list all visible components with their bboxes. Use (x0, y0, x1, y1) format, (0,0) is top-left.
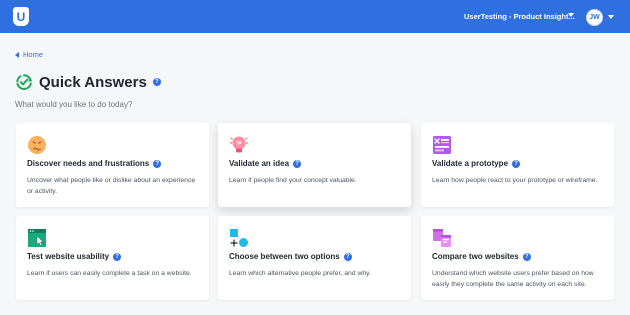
card-title: Test website usability? (27, 252, 122, 261)
caret-left-icon (15, 51, 19, 58)
card-description: Learn how people react to your prototype… (432, 177, 598, 184)
page-header: Quick Answers ? (15, 73, 161, 91)
card-test-website-usability[interactable]: Test website usability? Learn if users c… (16, 216, 209, 300)
two-websites-icon (433, 229, 451, 247)
browser-cursor-icon (28, 229, 46, 247)
card-title-text: Test website usability (27, 252, 110, 261)
card-choose-two-options[interactable]: Choose between two options? Learn which … (218, 216, 411, 300)
card-compare-two-websites[interactable]: Compare two websites? Understand which w… (421, 216, 614, 300)
card-title: Validate an idea? (229, 159, 302, 168)
card-title-text: Validate an idea (229, 159, 290, 168)
card-title-text: Compare two websites (432, 252, 519, 261)
card-title-text: Validate a prototype (432, 159, 509, 168)
card-description: Understand which website users prefer ba… (432, 270, 594, 288)
top-navigation-bar: U UserTesting - Product Insight... JW (0, 0, 630, 33)
card-validate-prototype[interactable]: Validate a prototype? Learn how people r… (421, 123, 614, 207)
card-title-text: Choose between two options (229, 252, 340, 261)
card-title-text: Discover needs and frustrations (27, 159, 150, 168)
help-icon[interactable]: ? (293, 159, 302, 168)
workspace-selector[interactable]: UserTesting - Product Insight... (464, 12, 575, 21)
back-label: Home (23, 50, 44, 59)
back-to-home-link[interactable]: Home (15, 50, 43, 59)
help-icon[interactable]: ? (343, 252, 352, 261)
page-title: Quick Answers (39, 73, 147, 91)
quick-answers-icon (16, 74, 33, 90)
card-title: Discover needs and frustrations? (27, 159, 162, 168)
help-icon[interactable]: ? (113, 252, 122, 261)
help-icon[interactable]: ? (522, 252, 531, 261)
card-title: Choose between two options? (229, 252, 352, 261)
frustrated-face-icon (28, 136, 46, 154)
shapes-compare-icon (230, 229, 248, 247)
card-discover-needs[interactable]: Discover needs and frustrations? Uncover… (16, 123, 209, 207)
card-title: Validate a prototype? (432, 159, 521, 168)
card-description: Learn if people find your concept valuab… (229, 177, 357, 184)
prototype-icon (433, 136, 451, 154)
card-description: Learn if users can easily complete a tas… (27, 270, 192, 277)
card-validate-idea[interactable]: Validate an idea? Learn if people find y… (218, 123, 411, 207)
chevron-down-icon[interactable] (568, 13, 574, 17)
page-subtitle: What would you like to do today? (15, 100, 133, 109)
logo-letter: U (16, 9, 26, 24)
lightbulb-icon (229, 136, 249, 153)
card-title: Compare two websites? (432, 252, 531, 261)
chevron-down-icon[interactable] (608, 15, 614, 19)
help-icon[interactable]: ? (153, 159, 162, 168)
card-description: Uncover what people like or dislike abou… (27, 177, 196, 195)
card-description: Learn which alternative people prefer, a… (229, 270, 371, 277)
help-icon[interactable]: ? (152, 78, 161, 86)
avatar[interactable]: JW (586, 9, 603, 26)
help-icon[interactable]: ? (512, 159, 521, 168)
usertesting-logo[interactable]: U (13, 7, 29, 26)
